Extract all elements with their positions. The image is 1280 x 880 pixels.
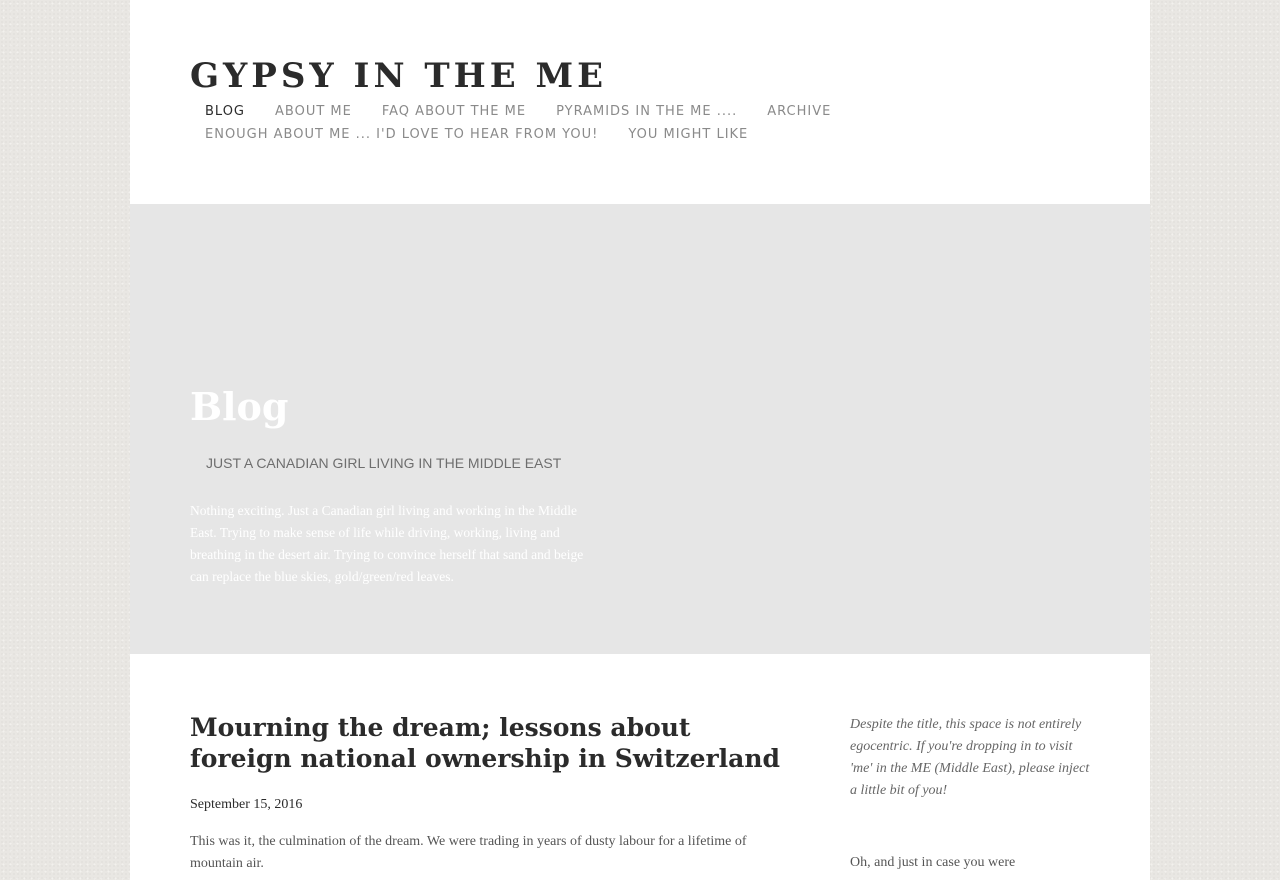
site-header: GYPSY IN THE ME BLOG ABOUT ME FAQ ABOUT … xyxy=(130,0,1150,204)
banner-subtitle: JUST A CANADIAN GIRL LIVING IN THE MIDDL… xyxy=(206,455,562,471)
post-title[interactable]: Mourning the dream; lessons about foreig… xyxy=(190,712,790,774)
banner-title: Blog xyxy=(190,384,289,429)
page: GYPSY IN THE ME BLOG ABOUT ME FAQ ABOUT … xyxy=(130,0,1150,880)
nav-row-2: ENOUGH ABOUT ME ... I'D LOVE TO HEAR FRO… xyxy=(190,123,1090,146)
site-title[interactable]: GYPSY IN THE ME xyxy=(190,56,607,96)
nav-item-about-me[interactable]: ABOUT ME xyxy=(260,104,367,119)
banner-description: Nothing exciting. Just a Canadian girl l… xyxy=(190,503,584,584)
nav-item-pyramids[interactable]: PYRAMIDS IN THE ME .... xyxy=(541,104,752,119)
nav-item-contact[interactable]: ENOUGH ABOUT ME ... I'D LOVE TO HEAR FRO… xyxy=(190,127,613,142)
nav-item-you-might-like[interactable]: YOU MIGHT LIKE xyxy=(613,127,763,142)
post-date: September 15, 2016 xyxy=(190,797,303,812)
blog-banner: Blog JUST A CANADIAN GIRL LIVING IN THE … xyxy=(130,204,1150,654)
nav-item-blog[interactable]: BLOG xyxy=(190,104,260,119)
nav-item-archive[interactable]: ARCHIVE xyxy=(752,104,846,119)
nav-item-faq[interactable]: FAQ ABOUT THE ME xyxy=(367,104,541,119)
main-content: Mourning the dream; lessons about foreig… xyxy=(130,654,1150,880)
sidebar-intro: Despite the title, this space is not ent… xyxy=(850,717,1090,798)
nav-row-1: BLOG ABOUT ME FAQ ABOUT THE ME PYRAMIDS … xyxy=(190,100,1090,123)
sidebar-text: Oh, and just in case you were xyxy=(850,855,1016,870)
main-nav: BLOG ABOUT ME FAQ ABOUT THE ME PYRAMIDS … xyxy=(190,100,1090,146)
post-body: This was it, the culmination of the drea… xyxy=(190,834,747,871)
